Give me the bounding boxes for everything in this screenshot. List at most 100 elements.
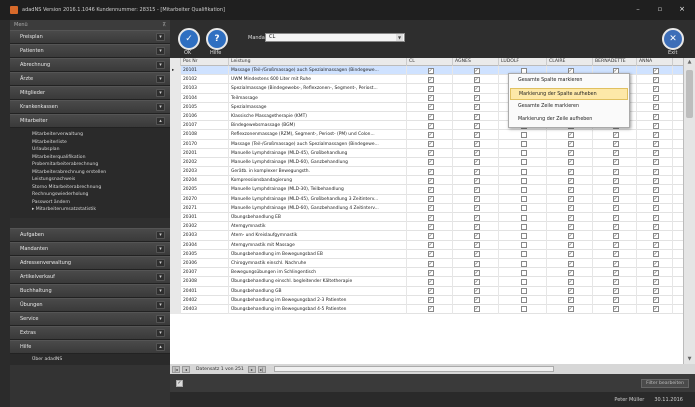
first-record-button[interactable]: |◂ bbox=[172, 365, 180, 373]
help-button[interactable]: ? bbox=[206, 28, 228, 50]
last-record-button[interactable]: ▸| bbox=[257, 365, 266, 373]
row-indicator[interactable] bbox=[170, 194, 181, 204]
sidebar-item[interactable]: Urlaubsplan bbox=[10, 146, 170, 154]
sidebar-section[interactable]: Abrechnung ▾ bbox=[10, 58, 170, 72]
checked-checkbox[interactable]: ✓ bbox=[612, 223, 619, 230]
column-header[interactable]: CLAIRE bbox=[547, 58, 593, 66]
checked-checkbox[interactable]: ✓ bbox=[652, 104, 659, 111]
checked-checkbox[interactable]: ✓ bbox=[427, 196, 434, 203]
row-indicator[interactable] bbox=[170, 167, 181, 177]
unchecked-checkbox[interactable] bbox=[520, 187, 527, 194]
checked-checkbox[interactable]: ✓ bbox=[567, 297, 574, 304]
checked-checkbox[interactable]: ✓ bbox=[473, 177, 480, 184]
checked-checkbox[interactable]: ✓ bbox=[473, 205, 480, 212]
unchecked-checkbox[interactable] bbox=[520, 214, 527, 221]
sidebar-section[interactable]: Mandanten ▾ bbox=[10, 241, 170, 256]
checked-checkbox[interactable]: ✓ bbox=[427, 150, 434, 157]
column-header[interactable]: BERNADETTE bbox=[593, 58, 637, 66]
table-row[interactable]: 20204 Kompressionsbandagierung ✓ ✓ ✓ ✓ ✓ bbox=[170, 176, 683, 186]
checked-checkbox[interactable]: ✓ bbox=[427, 269, 434, 276]
checked-checkbox[interactable]: ✓ bbox=[612, 141, 619, 148]
checked-checkbox[interactable]: ✓ bbox=[567, 141, 574, 148]
unchecked-checkbox[interactable] bbox=[520, 168, 527, 175]
row-indicator[interactable] bbox=[170, 84, 181, 94]
row-indicator[interactable] bbox=[170, 222, 181, 232]
unchecked-checkbox[interactable] bbox=[520, 306, 527, 313]
checked-checkbox[interactable]: ✓ bbox=[652, 168, 659, 175]
checked-checkbox[interactable]: ✓ bbox=[652, 122, 659, 129]
chevron-down-icon[interactable]: ▾ bbox=[156, 286, 165, 295]
chevron-down-icon[interactable]: ▾ bbox=[156, 328, 165, 337]
context-menu-item[interactable]: Markierung der Zeile aufheben bbox=[510, 114, 628, 126]
checked-checkbox[interactable]: ✓ bbox=[612, 168, 619, 175]
checked-checkbox[interactable]: ✓ bbox=[567, 214, 574, 221]
checked-checkbox[interactable]: ✓ bbox=[473, 269, 480, 276]
chevron-down-icon[interactable]: ▾ bbox=[156, 230, 165, 239]
sidebar-section[interactable]: Adressenverwaltung ▾ bbox=[10, 255, 170, 270]
checked-checkbox[interactable]: ✓ bbox=[612, 177, 619, 184]
checked-checkbox[interactable]: ✓ bbox=[427, 251, 434, 258]
chevron-down-icon[interactable]: ▾ bbox=[156, 272, 165, 281]
row-indicator[interactable] bbox=[170, 249, 181, 259]
row-indicator[interactable] bbox=[170, 268, 181, 278]
checked-checkbox[interactable]: ✓ bbox=[427, 297, 434, 304]
checked-checkbox[interactable]: ✓ bbox=[473, 214, 480, 221]
checked-checkbox[interactable]: ✓ bbox=[427, 306, 434, 313]
checked-checkbox[interactable]: ✓ bbox=[473, 306, 480, 313]
unchecked-checkbox[interactable] bbox=[520, 159, 527, 166]
minimize-button[interactable]: – bbox=[633, 5, 643, 13]
sidebar-section[interactable]: Hilfe ▴ bbox=[10, 339, 170, 354]
table-row[interactable]: 20301 Übungsbehandlung EB ✓ ✓ ✓ ✓ ✓ bbox=[170, 213, 683, 223]
checked-checkbox[interactable]: ✓ bbox=[427, 205, 434, 212]
sidebar-section[interactable]: Mitglieder ▾ bbox=[10, 86, 170, 100]
checked-checkbox[interactable]: ✓ bbox=[473, 85, 480, 92]
unchecked-checkbox[interactable] bbox=[520, 232, 527, 239]
sidebar-section[interactable]: Service ▾ bbox=[10, 311, 170, 326]
checked-checkbox[interactable]: ✓ bbox=[427, 214, 434, 221]
unchecked-checkbox[interactable] bbox=[520, 150, 527, 157]
checked-checkbox[interactable]: ✓ bbox=[567, 196, 574, 203]
row-indicator[interactable] bbox=[170, 176, 181, 186]
chevron-up-icon[interactable]: ▴ bbox=[156, 342, 165, 351]
chevron-down-icon[interactable]: ▾ bbox=[156, 314, 165, 323]
sidebar-item[interactable]: Über adadNS bbox=[10, 356, 170, 364]
sidebar-section[interactable]: Ärzte ▾ bbox=[10, 72, 170, 86]
unchecked-checkbox[interactable] bbox=[520, 223, 527, 230]
checked-checkbox[interactable]: ✓ bbox=[567, 269, 574, 276]
sidebar-section[interactable]: Preisplan ▾ bbox=[10, 30, 170, 44]
chevron-down-icon[interactable]: ▾ bbox=[156, 103, 165, 111]
unchecked-checkbox[interactable] bbox=[520, 141, 527, 148]
table-row[interactable]: 20303 Atem- und Kreislaufgymnastik ✓ ✓ ✓ ✓ ✓ bbox=[170, 231, 683, 241]
scroll-down-icon[interactable]: ▼ bbox=[686, 356, 693, 363]
chevron-up-icon[interactable]: ▴ bbox=[156, 117, 165, 125]
column-header[interactable]: CL bbox=[407, 58, 453, 66]
checked-checkbox[interactable]: ✓ bbox=[427, 159, 434, 166]
table-row[interactable]: 20306 Chirogymnastik einschl. Nachruhe ✓ ✓ ✓… bbox=[170, 258, 683, 269]
unchecked-checkbox[interactable] bbox=[520, 205, 527, 212]
checked-checkbox[interactable]: ✓ bbox=[652, 251, 659, 258]
checked-checkbox[interactable]: ✓ bbox=[652, 85, 659, 92]
checked-checkbox[interactable]: ✓ bbox=[427, 113, 434, 120]
row-indicator[interactable] bbox=[170, 139, 181, 149]
checked-checkbox[interactable]: ✓ bbox=[473, 242, 480, 249]
checked-checkbox[interactable]: ✓ bbox=[473, 232, 480, 239]
checked-checkbox[interactable]: ✓ bbox=[473, 297, 480, 304]
close-window-button[interactable]: × bbox=[677, 5, 687, 13]
checked-checkbox[interactable]: ✓ bbox=[427, 168, 434, 175]
checked-checkbox[interactable]: ✓ bbox=[567, 260, 574, 267]
checked-checkbox[interactable]: ✓ bbox=[612, 288, 619, 295]
checked-checkbox[interactable]: ✓ bbox=[612, 205, 619, 212]
checked-checkbox[interactable]: ✓ bbox=[427, 104, 434, 111]
checked-checkbox[interactable]: ✓ bbox=[652, 95, 659, 102]
checked-checkbox[interactable]: ✓ bbox=[473, 288, 480, 295]
ok-button[interactable]: ✓ bbox=[178, 28, 200, 50]
column-header[interactable]: AGNES bbox=[453, 58, 499, 66]
checked-checkbox[interactable]: ✓ bbox=[652, 306, 659, 313]
column-header[interactable]: Pos Nr bbox=[181, 58, 229, 66]
context-menu-item[interactable]: Markierung der Spalte aufheben bbox=[510, 88, 628, 100]
checked-checkbox[interactable]: ✓ bbox=[612, 297, 619, 304]
chevron-down-icon[interactable]: ▾ bbox=[156, 47, 165, 55]
checked-checkbox[interactable]: ✓ bbox=[427, 122, 434, 129]
chevron-down-icon[interactable]: ▼ bbox=[396, 34, 403, 41]
table-row[interactable]: 20302 Atemgymnastik ✓ ✓ ✓ ✓ ✓ bbox=[170, 222, 683, 232]
